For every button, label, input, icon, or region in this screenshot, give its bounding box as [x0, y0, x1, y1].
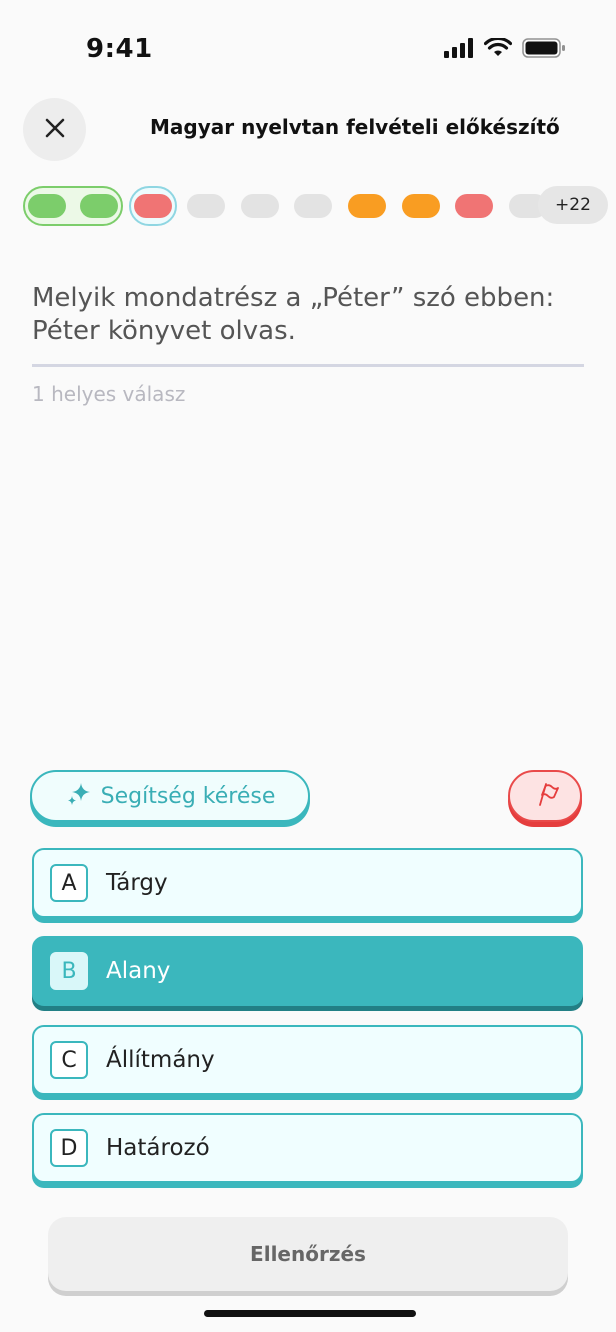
sparkle-icon — [65, 780, 93, 812]
ask-help-button[interactable]: Segítség kérése — [30, 770, 310, 822]
answer-option-c[interactable]: C Állítmány — [32, 1025, 583, 1095]
question-text: Melyik mondatrész a „Péter” szó ebben: P… — [32, 283, 555, 346]
progress-pill-unanswered[interactable] — [187, 194, 225, 218]
answer-option-b[interactable]: B Alany — [32, 936, 583, 1006]
answer-count-hint: 1 helyes válasz — [32, 382, 186, 406]
option-text: Határozó — [106, 1135, 210, 1161]
battery-icon — [522, 38, 566, 62]
option-letter: B — [50, 952, 88, 990]
progress-pill-partial[interactable] — [348, 194, 386, 218]
option-text: Alany — [106, 958, 171, 984]
option-letter: D — [50, 1129, 88, 1167]
progress-pill-unanswered[interactable] — [294, 194, 332, 218]
status-bar: 9:41 — [0, 0, 616, 100]
option-letter: C — [50, 1041, 88, 1079]
option-letter: A — [50, 864, 88, 902]
wifi-icon — [483, 36, 513, 62]
home-indicator[interactable] — [204, 1310, 416, 1317]
progress-pill-correct[interactable] — [80, 194, 118, 218]
close-button[interactable] — [23, 98, 86, 161]
course-title: Magyar nyelvtan felvételi előkészítő — [150, 115, 560, 139]
progress-pill-current-wrong[interactable] — [134, 194, 172, 218]
check-button[interactable]: Ellenőrzés — [48, 1217, 568, 1291]
progress-pill-unanswered[interactable] — [241, 194, 279, 218]
question-divider — [32, 364, 584, 367]
close-icon — [44, 117, 66, 143]
cellular-signal-icon — [444, 38, 474, 62]
option-text: Tárgy — [106, 870, 168, 896]
progress-pill-partial[interactable] — [402, 194, 440, 218]
option-text: Állítmány — [106, 1047, 215, 1073]
ask-help-label: Segítség kérése — [100, 783, 276, 809]
status-time: 9:41 — [86, 34, 153, 64]
check-button-label: Ellenőrzés — [250, 1242, 366, 1266]
report-button[interactable] — [508, 770, 582, 822]
progress-pill-correct[interactable] — [28, 194, 66, 218]
answer-option-a[interactable]: A Tárgy — [32, 848, 583, 918]
flag-icon — [531, 780, 559, 812]
progress-pill-wrong[interactable] — [455, 194, 493, 218]
answer-option-d[interactable]: D Határozó — [32, 1113, 583, 1183]
progress-more-badge[interactable]: +22 — [538, 186, 608, 224]
status-icons — [444, 36, 566, 62]
question-progress: +22 — [23, 186, 608, 226]
